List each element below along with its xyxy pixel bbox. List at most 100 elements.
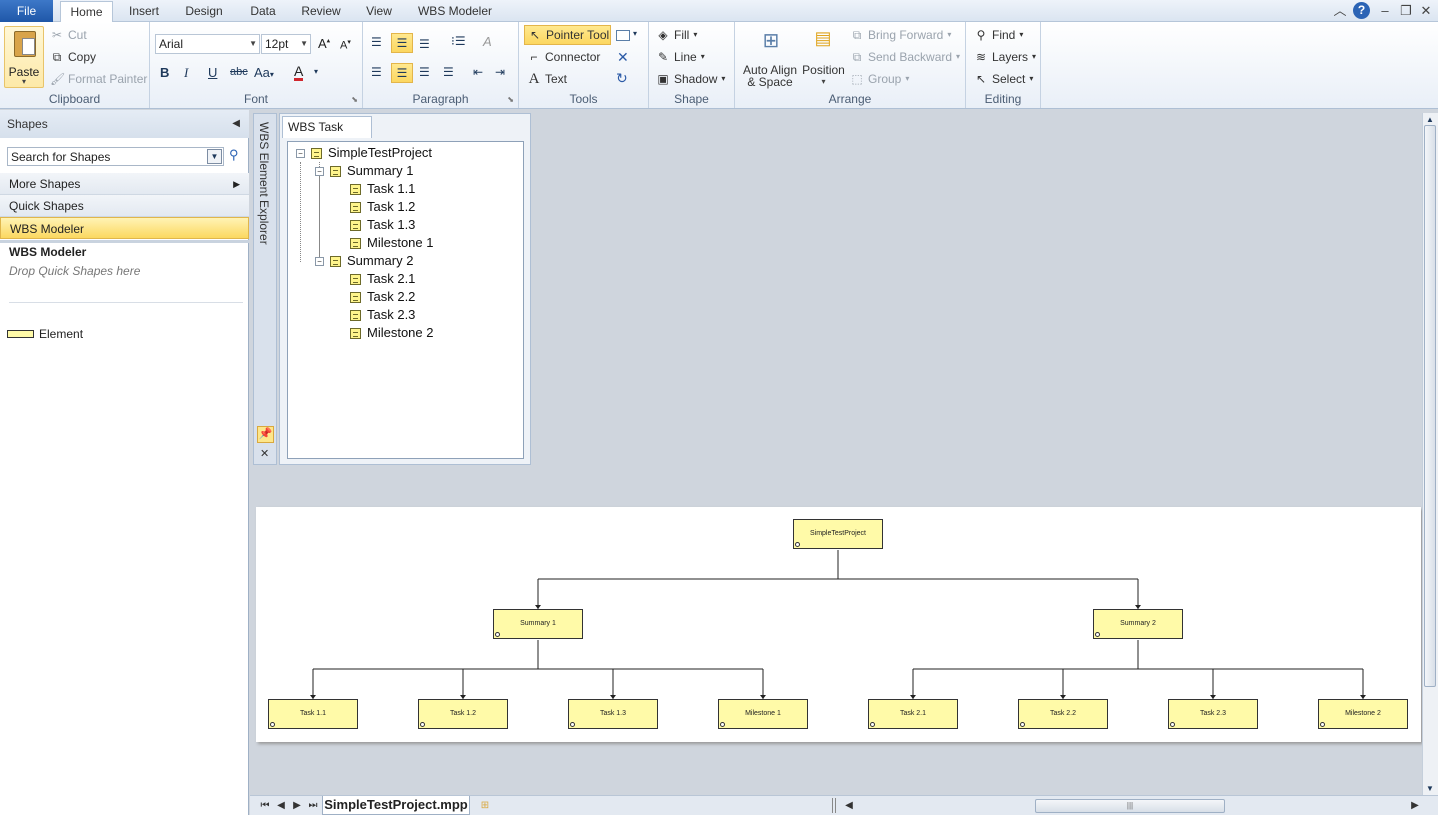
tree-node-summary2[interactable]: − Summary 2 — [315, 252, 413, 270]
wbs-shape-milestone-1[interactable]: Milestone 1 — [718, 699, 808, 729]
font-color-icon[interactable]: A — [294, 64, 304, 81]
line-button[interactable]: ✎ Line ▾ — [656, 47, 705, 67]
grow-font-icon[interactable]: A▴ — [318, 36, 330, 51]
shadow-button[interactable]: ▣ Shadow ▾ — [656, 69, 725, 89]
wbs-shape-milestone-2[interactable]: Milestone 2 — [1318, 699, 1408, 729]
quick-shapes-item[interactable]: Quick Shapes — [0, 195, 249, 217]
search-icon[interactable]: ⚲ — [229, 147, 239, 163]
bold-icon[interactable]: B — [160, 65, 169, 80]
align-middle-icon[interactable]: ☰ — [391, 33, 413, 53]
scroll-thumb[interactable] — [1424, 125, 1436, 687]
scroll-left-icon[interactable]: ◀ — [842, 798, 856, 814]
find-button[interactable]: ⚲ Find ▾ — [974, 25, 1024, 45]
tab-wbs-modeler[interactable]: WBS Modeler — [413, 1, 497, 22]
tab-view[interactable]: View — [360, 1, 398, 22]
tree-node-summary1[interactable]: − Summary 1 — [315, 162, 413, 180]
wbs-shape-root[interactable]: SimpleTestProject — [793, 519, 883, 549]
vertical-scrollbar[interactable]: ▲ ▼ — [1422, 113, 1438, 795]
justify-icon[interactable]: ☰ — [443, 65, 454, 79]
next-page-icon[interactable]: ▶ — [290, 798, 304, 814]
paste-button[interactable]: Paste ▾ — [4, 26, 44, 88]
fill-button[interactable]: ◈ Fill ▾ — [656, 25, 697, 45]
restore-window-icon[interactable]: ❐ — [1398, 3, 1414, 19]
wbs-shape-task-1-2[interactable]: Task 1.2 — [418, 699, 508, 729]
wbs-shape-summary-2[interactable]: Summary 2 — [1093, 609, 1183, 639]
wbs-shape-task-2-1[interactable]: Task 2.1 — [868, 699, 958, 729]
collapse-icon[interactable]: − — [296, 148, 305, 158]
last-page-icon[interactable]: ⏭ — [306, 798, 320, 814]
tab-wbs-task-view[interactable]: WBS Task View — [282, 116, 372, 154]
scroll-down-icon[interactable]: ▼ — [1426, 784, 1434, 793]
layers-button[interactable]: ≋ Layers ▾ — [974, 47, 1036, 67]
wbs-shape-summary-1[interactable]: Summary 1 — [493, 609, 583, 639]
font-family-select[interactable]: Arial ▼ — [155, 34, 260, 54]
scroll-right-icon[interactable]: ▶ — [1408, 798, 1422, 814]
previous-page-icon[interactable]: ◀ — [274, 798, 288, 814]
send-backward-button[interactable]: ⧉ Send Backward ▾ — [850, 47, 960, 67]
wbs-shape-task-1-3[interactable]: Task 1.3 — [568, 699, 658, 729]
drawing-page[interactable]: SimpleTestProject Summary 1 Summary 2 Ta… — [256, 507, 1421, 742]
change-case-icon[interactable]: Aa▾ — [254, 65, 274, 80]
chevron-down-icon[interactable]: ▼ — [207, 149, 222, 164]
wbs-shape-task-2-3[interactable]: Task 2.3 — [1168, 699, 1258, 729]
copy-button[interactable]: ⧉ Copy — [50, 47, 96, 67]
more-shapes-item[interactable]: More Shapes ▶ — [0, 173, 249, 195]
pointer-tool-button[interactable]: ↖ Pointer Tool — [524, 25, 611, 45]
align-center-icon[interactable]: ☰ — [391, 63, 413, 83]
minimize-window-icon[interactable]: – — [1377, 3, 1393, 19]
select-button[interactable]: ↖ Select ▾ — [974, 69, 1033, 89]
shrink-font-icon[interactable]: A▾ — [340, 38, 351, 52]
tree-node-milestone-2[interactable]: Milestone 2 — [350, 324, 433, 342]
tree-node-task-1-3[interactable]: Task 1.3 — [350, 216, 415, 234]
align-left-icon[interactable]: ☰ — [371, 65, 382, 79]
increase-indent-icon[interactable]: ⇥ — [495, 65, 505, 79]
collapse-icon[interactable]: − — [315, 166, 324, 176]
pin-icon[interactable]: 📌 — [257, 426, 274, 443]
tree-node-task-2-3[interactable]: Task 2.3 — [350, 306, 415, 324]
bullets-icon[interactable]: ⁝☰ — [451, 34, 466, 48]
element-master-shape[interactable]: Element — [7, 327, 83, 341]
align-top-icon[interactable]: ☰ — [371, 35, 382, 49]
close-window-icon[interactable]: ✕ — [1418, 3, 1434, 19]
tab-insert[interactable]: Insert — [122, 1, 166, 22]
stencil-wbs-modeler[interactable]: WBS Modeler — [0, 217, 249, 239]
connector-button[interactable]: ⌐ Connector — [527, 47, 600, 67]
rectangle-icon[interactable] — [616, 30, 630, 41]
tree-node-milestone-1[interactable]: Milestone 1 — [350, 234, 433, 252]
wbs-shape-task-1-1[interactable]: Task 1.1 — [268, 699, 358, 729]
chevron-down-icon[interactable]: ▾ — [633, 29, 637, 38]
position-button[interactable]: ▤ Position ▾ — [801, 26, 846, 88]
tree-node-task-2-2[interactable]: Task 2.2 — [350, 288, 415, 306]
auto-align-button[interactable]: ⊞ Auto Align & Space — [740, 26, 800, 88]
horizontal-scroll-thumb[interactable]: ||| — [1035, 799, 1225, 813]
align-bottom-icon[interactable]: ☰ — [419, 37, 430, 51]
text-tool-button[interactable]: A Text — [527, 69, 567, 89]
help-icon[interactable]: ? — [1353, 2, 1370, 19]
strikethrough-icon[interactable]: abc — [230, 66, 248, 78]
chevron-down-icon[interactable]: ▾ — [314, 67, 318, 76]
first-page-icon[interactable]: ⏮ — [258, 798, 272, 814]
group-button[interactable]: ⬚ Group ▾ — [850, 69, 909, 89]
tree-node-task-1-2[interactable]: Task 1.2 — [350, 198, 415, 216]
tree-node-task-1-1[interactable]: Task 1.1 — [350, 180, 415, 198]
sheet-tab[interactable]: SimpleTestProject.mpp — [322, 796, 470, 815]
connection-point-icon[interactable]: ✕ — [617, 49, 629, 66]
text-direction-icon[interactable]: A — [483, 34, 492, 49]
tree-node-root[interactable]: − SimpleTestProject — [296, 144, 432, 162]
underline-icon[interactable]: U — [208, 65, 217, 80]
tree-node-task-2-1[interactable]: Task 2.1 — [350, 270, 415, 288]
tab-home[interactable]: Home — [60, 1, 113, 23]
cut-button[interactable]: ✂ Cut — [50, 25, 87, 45]
dialog-launcher-icon[interactable]: ⬊ — [351, 95, 358, 104]
collapse-icon[interactable]: − — [315, 256, 324, 266]
italic-icon[interactable]: I — [184, 65, 188, 81]
format-painter-button[interactable]: 🖌 Format Painter — [50, 69, 147, 89]
collapse-pane-icon[interactable]: ◀ — [232, 110, 240, 138]
search-shapes-field[interactable]: Search for Shapes ▼ — [7, 147, 224, 166]
wbs-shape-task-2-2[interactable]: Task 2.2 — [1018, 699, 1108, 729]
decrease-indent-icon[interactable]: ⇤ — [473, 65, 483, 79]
close-icon[interactable]: ✕ — [260, 447, 269, 460]
tab-data[interactable]: Data — [244, 1, 282, 22]
tab-file[interactable]: File — [0, 0, 53, 22]
tab-design[interactable]: Design — [180, 1, 228, 22]
